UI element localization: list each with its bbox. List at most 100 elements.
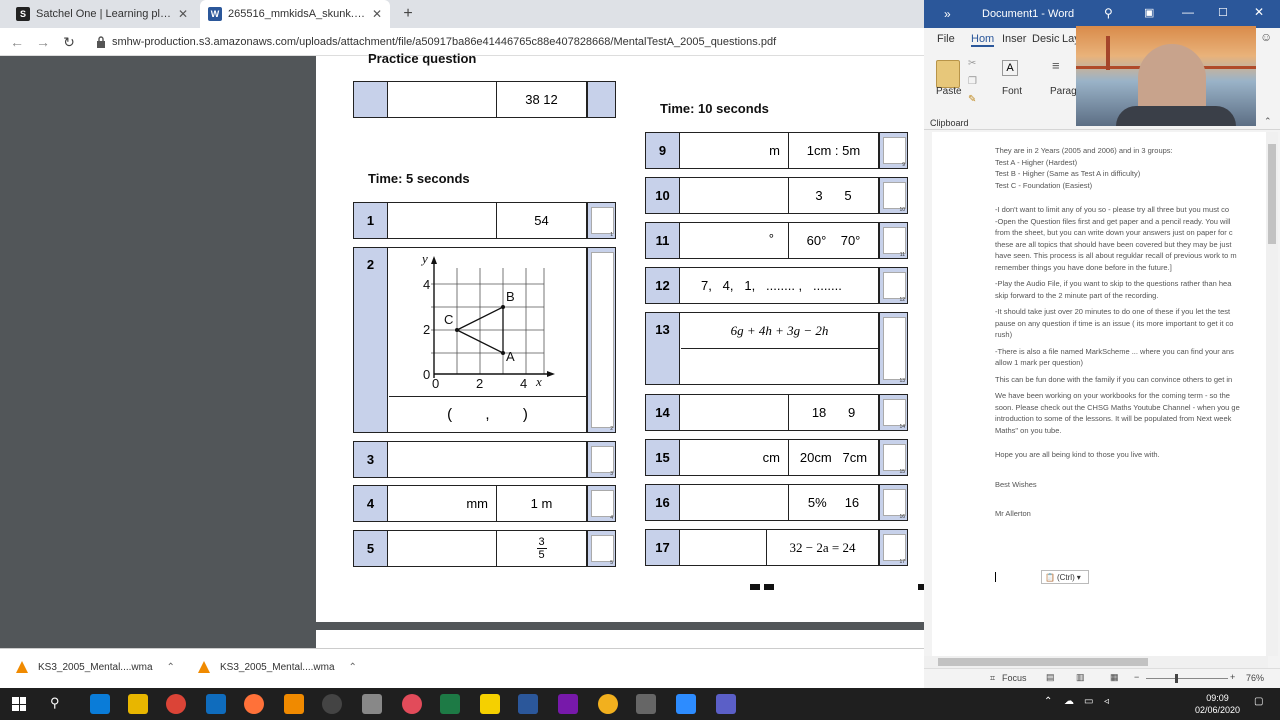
forward-icon[interactable]: → — [34, 33, 52, 51]
back-icon[interactable]: ← — [8, 33, 26, 51]
sticky-notes-icon[interactable] — [480, 694, 500, 714]
question-row: 14 18 9 14 — [645, 394, 908, 431]
x-tick: 2 — [476, 376, 484, 391]
font-icon[interactable]: A — [1002, 60, 1018, 76]
collapse-icon[interactable]: » — [944, 7, 951, 21]
download-item[interactable]: KS3_2005_Mental....wma ⌃ — [198, 661, 357, 673]
outlook-icon[interactable] — [206, 694, 226, 714]
answer-cell[interactable] — [681, 178, 789, 213]
focus-label[interactable]: Focus — [1002, 673, 1027, 683]
app-icon[interactable] — [402, 694, 422, 714]
mark-box: 11 — [879, 223, 907, 258]
read-mode-icon[interactable]: ▤ — [1046, 672, 1055, 683]
feedback-icon[interactable]: ☺ — [1260, 30, 1272, 44]
answer-cell[interactable] — [681, 349, 879, 385]
chevron-up-icon[interactable]: ⌃ — [1264, 116, 1272, 127]
cut-icon[interactable]: ✂ — [968, 58, 976, 69]
coordinate-answer[interactable]: ( , ) — [389, 396, 587, 432]
close-icon[interactable]: ✕ — [1254, 5, 1264, 19]
reload-icon[interactable]: ↻ — [60, 33, 78, 51]
cloud-icon[interactable]: ☁ — [1064, 696, 1074, 707]
paste-label[interactable]: Paste — [936, 86, 962, 97]
chevron-up-icon[interactable]: ⌃ — [167, 662, 175, 673]
zoom-slider-thumb[interactable] — [1175, 674, 1178, 683]
paste-icon[interactable] — [936, 60, 960, 88]
firefox-icon[interactable] — [244, 694, 264, 714]
tab-insert[interactable]: Inser — [1002, 33, 1026, 45]
answer-cell[interactable] — [389, 442, 587, 477]
vlc-icon[interactable] — [284, 694, 304, 714]
mark-number: 1 — [610, 232, 613, 238]
edge-icon[interactable] — [90, 694, 110, 714]
question-number — [354, 82, 388, 117]
horizontal-scrollbar[interactable] — [924, 656, 1268, 668]
document-page[interactable]: They are in 2 Years (2005 and 2006) and … — [932, 132, 1266, 656]
zoom-slider[interactable] — [1146, 678, 1228, 679]
teams-icon[interactable] — [716, 694, 736, 714]
zoom-out-icon[interactable]: − — [1134, 672, 1139, 682]
zoom-in-icon[interactable]: + — [1230, 672, 1235, 682]
search-icon[interactable]: ⚲ — [1104, 6, 1113, 20]
tab-file[interactable]: File — [937, 33, 955, 45]
notifications-icon[interactable]: ▢ — [1254, 696, 1263, 707]
volume-icon[interactable]: ◃ — [1104, 696, 1109, 707]
tab-design[interactable]: Desic — [1032, 33, 1060, 45]
paste-options-button[interactable]: 📋 (Ctrl) ▾ — [1041, 570, 1089, 584]
fraction-denominator: 5 — [538, 549, 545, 561]
chevron-up-icon[interactable]: ⌃ — [349, 662, 357, 673]
ribbon-display-icon[interactable]: ▣ — [1144, 6, 1154, 19]
answer-cell[interactable]: m — [681, 133, 789, 168]
vertical-scrollbar[interactable] — [1266, 132, 1278, 656]
answer-cell[interactable] — [681, 530, 767, 565]
given-values: 38 12 — [497, 82, 587, 117]
print-layout-icon[interactable]: ▥ — [1076, 672, 1085, 683]
document-line: This can be fun done with the family if … — [995, 374, 1233, 384]
file-explorer-icon[interactable] — [128, 694, 148, 714]
close-icon[interactable]: ✕ — [372, 7, 382, 21]
search-icon[interactable]: ⚲ — [50, 695, 60, 711]
tab-pdf[interactable]: W 265516_mmkidsA_skunk.qxp ✕ — [200, 0, 390, 28]
excel-icon[interactable] — [440, 694, 460, 714]
answer-cell[interactable]: cm — [681, 440, 789, 475]
minimize-icon[interactable]: — — [1182, 5, 1194, 19]
word-icon[interactable] — [518, 694, 538, 714]
close-icon[interactable]: ✕ — [178, 7, 188, 21]
scroll-thumb[interactable] — [938, 658, 1148, 666]
mark-box — [587, 82, 615, 117]
address-bar[interactable]: smhw-production.s3.amazonaws.com/uploads… — [92, 32, 918, 52]
scroll-thumb[interactable] — [1268, 144, 1276, 244]
zoom-level[interactable]: 76% — [1246, 673, 1264, 683]
answer-cell[interactable] — [389, 82, 497, 117]
focus-icon[interactable]: ⌗ — [990, 673, 995, 684]
clock[interactable]: 09:09 02/06/2020 — [1195, 692, 1240, 716]
copy-icon[interactable]: ❐ — [968, 76, 977, 87]
maximize-icon[interactable]: ☐ — [1218, 6, 1228, 19]
download-item[interactable]: KS3_2005_Mental....wma ⌃ — [16, 661, 175, 673]
mark-number: 3 — [610, 471, 613, 477]
paragraph-icon[interactable]: ≡ — [1052, 58, 1060, 73]
new-tab-button[interactable]: + — [398, 4, 418, 24]
tab-home[interactable]: Hom — [971, 33, 995, 47]
web-layout-icon[interactable]: ▦ — [1110, 672, 1119, 683]
format-painter-icon[interactable]: ✎ — [968, 94, 976, 105]
answer-cell[interactable] — [681, 395, 789, 430]
font-label[interactable]: Font — [1002, 86, 1022, 97]
answer-cell[interactable]: mm — [389, 486, 497, 521]
settings-icon[interactable] — [322, 694, 342, 714]
app-icon[interactable] — [636, 694, 656, 714]
answer-cell[interactable] — [389, 203, 497, 238]
answer-cell[interactable] — [389, 531, 497, 566]
answer-cell[interactable]: ° — [681, 223, 789, 258]
answer-cell[interactable] — [681, 485, 789, 520]
onenote-icon[interactable] — [558, 694, 578, 714]
question-row: 17 32 − 2a = 24 17 — [645, 529, 908, 566]
chevron-up-icon[interactable]: ⌃ — [1044, 696, 1052, 707]
network-icon[interactable]: ▭ — [1084, 696, 1093, 707]
tab-satchel[interactable]: S Satchel One | Learning platform ✕ — [8, 0, 196, 28]
windows-start-icon[interactable] — [12, 697, 26, 711]
time-5-heading: Time: 5 seconds — [368, 171, 470, 186]
app-icon[interactable] — [598, 694, 618, 714]
zoom-app-icon[interactable] — [676, 694, 696, 714]
notepad-icon[interactable] — [362, 694, 382, 714]
chrome-icon[interactable] — [166, 694, 186, 714]
